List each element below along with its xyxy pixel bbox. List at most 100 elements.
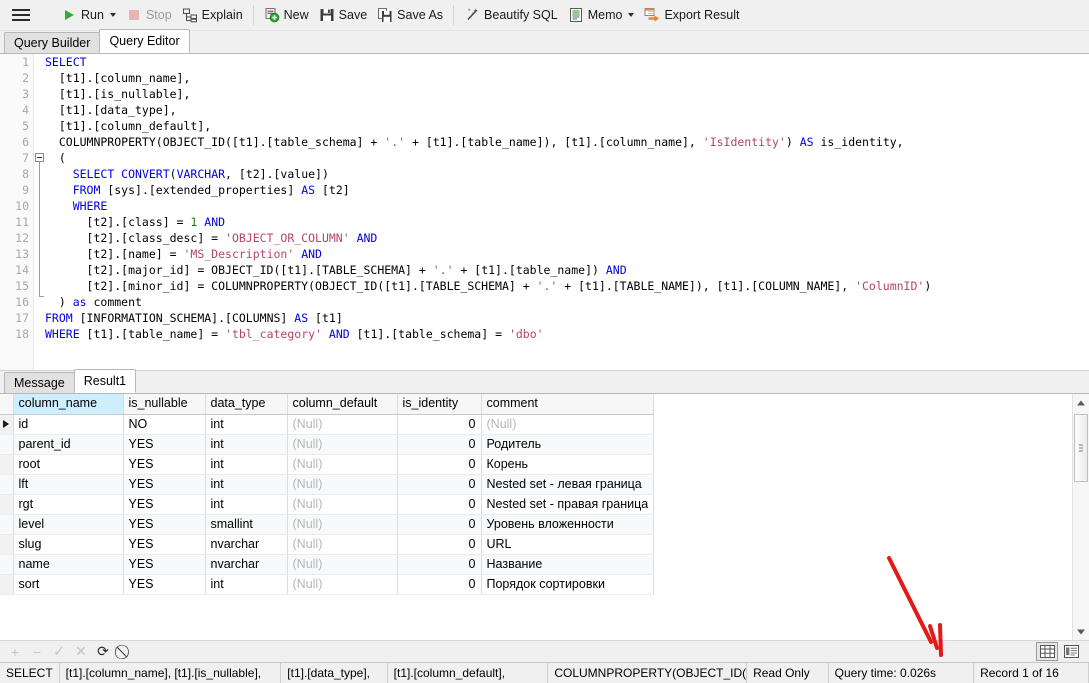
cell-is-identity[interactable]: 0 xyxy=(397,574,482,595)
delete-record-icon[interactable]: − xyxy=(26,643,48,661)
cell-comment[interactable]: Порядок сортировки xyxy=(481,574,655,595)
tab-result1[interactable]: Result1 xyxy=(73,369,137,393)
cell-is-identity[interactable]: 0 xyxy=(397,514,482,535)
grid-view-icon[interactable] xyxy=(1036,642,1058,661)
cell-comment[interactable]: URL xyxy=(481,534,655,555)
cell-column-default[interactable]: (Null) xyxy=(287,574,398,595)
column-header-column-name[interactable]: column_name xyxy=(13,394,124,415)
cell-column-default[interactable]: (Null) xyxy=(287,454,398,475)
cell-is-identity[interactable]: 0 xyxy=(397,554,482,575)
table-row[interactable]: root YES int (Null) 0 Корень xyxy=(0,454,655,475)
cell-column-name[interactable]: root xyxy=(13,454,124,475)
cell-column-name[interactable]: name xyxy=(13,554,124,575)
cell-is-nullable[interactable]: YES xyxy=(123,574,206,595)
add-record-icon[interactable]: + xyxy=(4,643,26,661)
save-as-button[interactable]: Save As xyxy=(372,3,448,27)
cell-column-name[interactable]: rgt xyxy=(13,494,124,515)
cell-data-type[interactable]: int xyxy=(205,474,288,495)
cell-data-type[interactable]: smallint xyxy=(205,514,288,535)
grid-vertical-scrollbar[interactable] xyxy=(1072,394,1089,640)
cell-comment[interactable]: Корень xyxy=(481,454,655,475)
refresh-icon[interactable]: ⟳ xyxy=(92,643,114,661)
row-header[interactable] xyxy=(0,514,14,535)
cell-column-default[interactable]: (Null) xyxy=(287,494,398,515)
cell-is-nullable[interactable]: YES xyxy=(123,494,206,515)
cell-data-type[interactable]: int xyxy=(205,574,288,595)
row-header[interactable] xyxy=(0,414,14,435)
row-header[interactable] xyxy=(0,534,14,555)
row-header[interactable] xyxy=(0,494,14,515)
cell-column-default[interactable]: (Null) xyxy=(287,414,398,435)
sql-code-text[interactable]: SELECT [t1].[column_name], [t1].[is_null… xyxy=(45,54,1089,370)
table-row[interactable]: level YES smallint (Null) 0 Уровень вложеннос… xyxy=(0,514,655,535)
block-stop-icon[interactable]: ⃠ xyxy=(114,643,136,661)
cell-is-identity[interactable]: 0 xyxy=(397,494,482,515)
cell-comment[interactable]: Родитель xyxy=(481,434,655,455)
cell-data-type[interactable]: int xyxy=(205,454,288,475)
scroll-down-arrow-icon[interactable] xyxy=(1073,623,1089,640)
column-header-data-type[interactable]: data_type xyxy=(205,394,288,415)
new-button[interactable]: New xyxy=(259,3,314,27)
tab-message[interactable]: Message xyxy=(4,372,75,393)
fold-toggle-line-7[interactable] xyxy=(35,153,44,162)
table-row[interactable]: lft YES int (Null) 0 Nested set - левая грани… xyxy=(0,474,655,495)
cell-column-name[interactable]: parent_id xyxy=(13,434,124,455)
grid-corner-header[interactable] xyxy=(0,394,14,415)
tab-query-editor[interactable]: Query Editor xyxy=(99,29,190,53)
cell-column-name[interactable]: sort xyxy=(13,574,124,595)
cell-comment[interactable]: Название xyxy=(481,554,655,575)
cell-column-name[interactable]: slug xyxy=(13,534,124,555)
stop-button[interactable]: Stop xyxy=(121,3,177,27)
column-header-comment[interactable]: comment xyxy=(481,394,655,415)
beautify-sql-button[interactable]: Beautify SQL xyxy=(459,3,563,27)
cell-data-type[interactable]: int xyxy=(205,414,288,435)
form-view-icon[interactable] xyxy=(1060,642,1082,661)
code-folding-column[interactable] xyxy=(34,54,45,370)
run-dropdown-caret-icon[interactable] xyxy=(109,13,116,17)
column-header-is-nullable[interactable]: is_nullable xyxy=(123,394,206,415)
run-button[interactable]: Run xyxy=(56,3,121,27)
table-row[interactable]: rgt YES int (Null) 0 Nested set - правая гран… xyxy=(0,494,655,515)
cell-comment[interactable]: Nested set - правая граница xyxy=(481,494,655,515)
result-grid-scroll[interactable]: column_name is_nullable data_type column_de… xyxy=(0,394,1072,640)
row-header[interactable] xyxy=(0,554,14,575)
cell-is-nullable[interactable]: YES xyxy=(123,514,206,535)
cell-is-identity[interactable]: 0 xyxy=(397,434,482,455)
cancel-cross-icon[interactable]: ✕ xyxy=(70,643,92,661)
scrollbar-thumb[interactable] xyxy=(1074,414,1088,482)
cell-is-nullable[interactable]: YES xyxy=(123,454,206,475)
scroll-up-arrow-icon[interactable] xyxy=(1073,394,1089,411)
memo-dropdown-caret-icon[interactable] xyxy=(628,13,635,17)
cell-column-default[interactable]: (Null) xyxy=(287,514,398,535)
cell-comment[interactable]: Уровень вложенности xyxy=(481,514,655,535)
save-button[interactable]: Save xyxy=(314,3,373,27)
cell-is-nullable[interactable]: YES xyxy=(123,474,206,495)
cell-is-nullable[interactable]: YES xyxy=(123,534,206,555)
cell-comment[interactable]: Nested set - левая граница xyxy=(481,474,655,495)
cell-is-identity[interactable]: 0 xyxy=(397,474,482,495)
commit-check-icon[interactable]: ✓ xyxy=(48,643,70,661)
cell-data-type[interactable]: int xyxy=(205,434,288,455)
cell-data-type[interactable]: nvarchar xyxy=(205,554,288,575)
cell-is-identity[interactable]: 0 xyxy=(397,534,482,555)
cell-column-default[interactable]: (Null) xyxy=(287,534,398,555)
table-row[interactable]: sort YES int (Null) 0 Порядок сортировки xyxy=(0,574,655,595)
table-row[interactable]: parent_id YES int (Null) 0 Родитель xyxy=(0,434,655,455)
table-row[interactable]: slug YES nvarchar (Null) 0 URL xyxy=(0,534,655,555)
tab-query-builder[interactable]: Query Builder xyxy=(4,32,101,53)
table-row[interactable]: name YES nvarchar (Null) 0 Название xyxy=(0,554,655,575)
row-header[interactable] xyxy=(0,474,14,495)
memo-button[interactable]: Memo xyxy=(563,3,640,27)
result-grid[interactable]: column_name is_nullable data_type column_de… xyxy=(0,394,655,595)
row-header[interactable] xyxy=(0,434,14,455)
column-header-is-identity[interactable]: is_identity xyxy=(397,394,482,415)
cell-is-nullable[interactable]: YES xyxy=(123,434,206,455)
export-result-button[interactable]: Export Result xyxy=(639,3,744,27)
cell-column-name[interactable]: id xyxy=(13,414,124,435)
hamburger-menu-icon[interactable] xyxy=(12,8,30,22)
row-header[interactable] xyxy=(0,574,14,595)
sql-editor[interactable]: 1 2 3 4 5 6 7 8 9 10 11 12 13 14 15 16 17 18 SELECT [t1].… xyxy=(0,54,1089,371)
cell-is-identity[interactable]: 0 xyxy=(397,414,482,435)
cell-column-default[interactable]: (Null) xyxy=(287,434,398,455)
cell-column-default[interactable]: (Null) xyxy=(287,554,398,575)
